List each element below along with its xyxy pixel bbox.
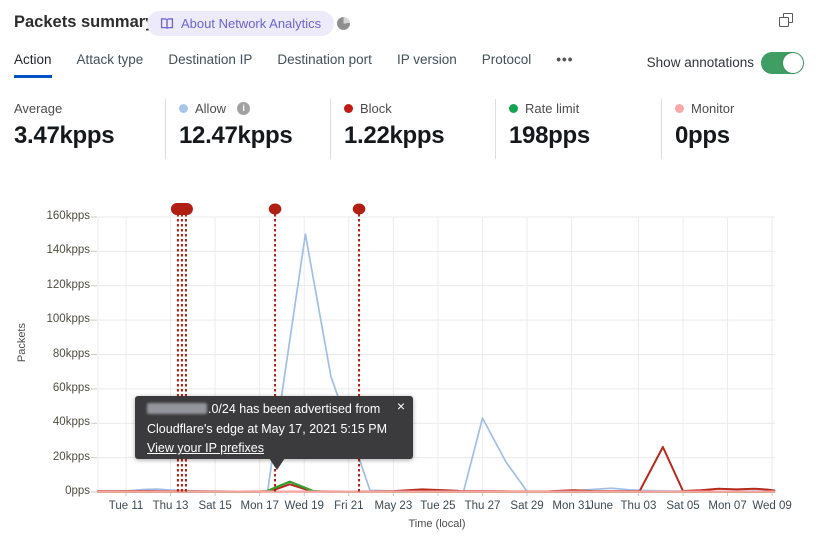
stat-label: Monitor xyxy=(691,100,735,116)
tab-protocol[interactable]: Protocol xyxy=(482,52,532,78)
tooltip-line-2: Cloudflare's edge at May 17, 2021 5:15 P… xyxy=(147,421,388,436)
tooltip-line-1: .0/24 has been advertised from xyxy=(147,400,401,420)
stat-label: Average xyxy=(14,100,63,116)
y-tick-label: 120kpps xyxy=(46,278,90,291)
tab-destination-ip[interactable]: Destination IP xyxy=(168,52,252,78)
show-annotations-toggle[interactable] xyxy=(761,52,804,74)
stat-allow: Allow i 12.47kpps xyxy=(165,99,330,159)
toggle-knob xyxy=(783,53,803,73)
annotation-marker-pill[interactable] xyxy=(170,203,193,215)
stat-value: 1.22kpps xyxy=(344,122,445,149)
legend-dot xyxy=(344,103,353,113)
dimension-tabs: Action Attack type Destination IP Destinati… xyxy=(14,52,573,78)
restore-window-icon[interactable] xyxy=(779,13,794,28)
stat-value: 12.47kpps xyxy=(179,122,293,149)
stat-rate-limit: Rate limit 198pps xyxy=(495,99,661,159)
y-tick-label: 160kpps xyxy=(46,210,90,222)
y-tick-label: 140kpps xyxy=(46,244,90,257)
y-tick-label: 20kpps xyxy=(52,450,90,463)
x-axis-title: Time (local) xyxy=(408,518,466,530)
tab-ip-version[interactable]: IP version xyxy=(397,52,457,78)
y-tick-label: 40kpps xyxy=(52,416,90,429)
tooltip-caret xyxy=(269,458,285,470)
stat-value: 198pps xyxy=(509,122,590,149)
tabs-overflow-button[interactable]: ••• xyxy=(556,52,573,75)
view-ip-prefixes-link[interactable]: View your IP prefixes xyxy=(147,441,264,455)
tab-attack-type[interactable]: Attack type xyxy=(77,52,144,78)
stat-value: 0pps xyxy=(675,122,730,149)
y-tick-label: 100kpps xyxy=(46,313,90,326)
page-title: Packets summary xyxy=(14,13,155,31)
annotation-marker-dot[interactable] xyxy=(352,203,366,215)
tab-action[interactable]: Action xyxy=(14,52,52,78)
y-tick-label: 60kpps xyxy=(52,381,90,394)
redacted-ip-prefix xyxy=(147,403,207,414)
y-tick-label: 0pps xyxy=(65,485,90,497)
info-icon[interactable]: i xyxy=(237,101,251,115)
tab-destination-port[interactable]: Destination port xyxy=(277,52,372,78)
packets-chart: Packets Time (local) 160kpps 140kpps 120kp… xyxy=(0,195,816,545)
y-tick-label: 80kpps xyxy=(52,347,90,360)
annotation-tooltip: × .0/24 has been advertised from Cloudfl… xyxy=(135,396,413,470)
x-tick-label: Wed 09 xyxy=(752,500,792,512)
chart-canvas xyxy=(91,203,776,496)
stat-average: Average 3.47kpps xyxy=(0,99,165,159)
y-axis-title: Packets xyxy=(16,323,28,363)
stat-label: Allow xyxy=(195,100,227,116)
show-annotations-label: Show annotations xyxy=(646,55,754,70)
book-icon xyxy=(160,17,174,30)
stat-label: Rate limit xyxy=(525,100,580,116)
pie-chart-icon[interactable] xyxy=(337,17,350,30)
legend-dot xyxy=(509,103,518,113)
stat-block: Block 1.22kpps xyxy=(330,99,495,159)
badge-label: About Network Analytics xyxy=(181,16,322,31)
legend-dot xyxy=(179,103,188,113)
about-network-analytics-badge[interactable]: About Network Analytics xyxy=(147,11,335,36)
tooltip-line-3: View your IP prefixes xyxy=(147,439,401,459)
stat-monitor: Monitor 0pps xyxy=(661,99,816,159)
stat-value: 3.47kpps xyxy=(14,122,115,149)
close-icon[interactable]: × xyxy=(397,397,405,417)
network-analytics-panel: Packets summary About Network Analytics … xyxy=(0,0,816,545)
annotation-marker-dot[interactable] xyxy=(268,203,282,215)
legend-dot xyxy=(675,103,684,113)
stat-label: Block xyxy=(360,100,392,116)
summary-stats: Average 3.47kpps Allow i 12.47kpps Block 1.22k… xyxy=(0,99,816,159)
